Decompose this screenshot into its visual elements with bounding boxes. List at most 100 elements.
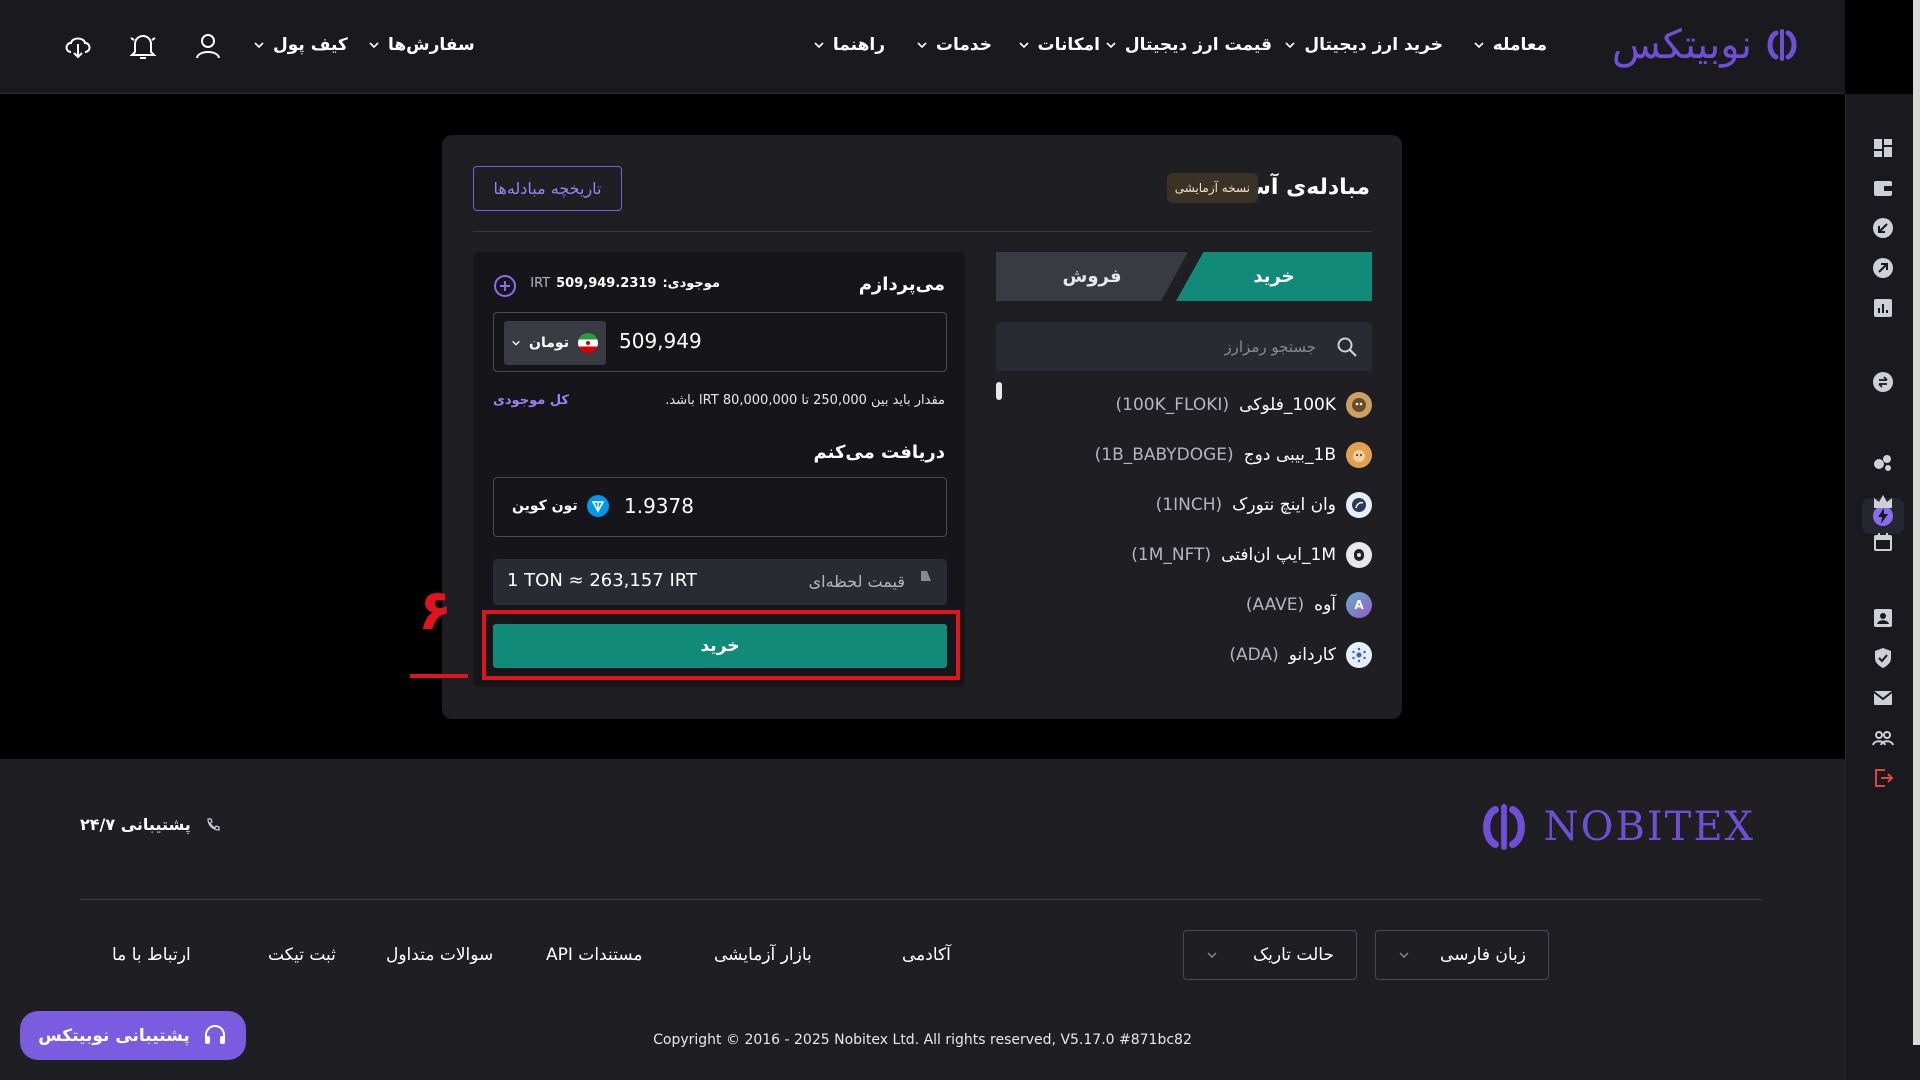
balance-unit: IRT <box>530 276 551 291</box>
footer-link-api-docs[interactable]: مستندات API <box>546 945 643 965</box>
profile-card-icon[interactable] <box>1871 606 1895 630</box>
referral-users-icon[interactable] <box>1871 726 1895 750</box>
live-rate-bar: قیمت لحظه‌ای 1 TON ≈ 263,157 IRT <box>493 559 947 605</box>
nav-crypto-prices[interactable]: قیمت ارز دیجیتال <box>1105 30 1272 60</box>
logout-icon[interactable] <box>1871 766 1895 790</box>
chevron-down-icon <box>1285 42 1295 49</box>
highlight-box <box>482 610 960 680</box>
ape-nft-icon <box>1346 542 1372 568</box>
footer-link-ticket[interactable]: ثبت تیکت <box>268 945 336 965</box>
chevron-down-icon <box>254 42 264 49</box>
nav-guide[interactable]: راهنما <box>813 30 885 60</box>
crown-icon[interactable] <box>1871 490 1895 514</box>
coin-name: 1B_بیبی دوج <box>1243 445 1336 465</box>
deposit-icon[interactable] <box>1871 216 1895 240</box>
staking-icon[interactable] <box>1871 450 1895 474</box>
right-sidebar <box>1845 94 1920 1080</box>
card-divider <box>473 231 1371 232</box>
nav-services[interactable]: خدمات <box>916 30 992 60</box>
floki-icon <box>1346 392 1372 418</box>
nav-buy-crypto[interactable]: خرید ارز دیجیتال <box>1284 30 1443 60</box>
iran-flag-icon <box>577 333 598 353</box>
coin-name: 100K_فلوکی <box>1239 395 1336 415</box>
footer-brand[interactable]: NOBITEX <box>1478 801 1755 853</box>
nav-features[interactable]: امکانات <box>1018 30 1100 60</box>
receive-label: دریافت می‌کنم <box>813 442 945 463</box>
coin-search-box[interactable] <box>996 322 1372 371</box>
pay-amount-input[interactable]: 509,949 <box>619 329 702 353</box>
coin-symbol: (1B_BABYDOGE) <box>1094 445 1234 465</box>
add-funds-icon[interactable] <box>493 274 517 298</box>
list-item[interactable]: وان اینچ نتورک (1INCH) <box>1156 490 1372 520</box>
step-number: ۶ <box>418 578 453 643</box>
footer-link-contact[interactable]: ارتباط با ما <box>112 945 191 965</box>
list-item[interactable]: 1M_ایپ ان‌افتی (1M_NFT) <box>1131 540 1372 570</box>
chevron-down-icon <box>1018 42 1029 49</box>
reports-icon[interactable] <box>1871 296 1895 320</box>
pay-label: می‌پردازم <box>858 274 945 295</box>
mail-icon[interactable] <box>1871 686 1895 710</box>
nav-trade[interactable]: معامله <box>1473 30 1547 60</box>
receive-currency-name: تون کوین <box>512 498 578 514</box>
receive-currency: تون کوین <box>512 494 610 518</box>
copyright-text: Copyright © 2016 - 2025 Nobitex Ltd. All… <box>653 1032 1192 1048</box>
step-underline <box>410 674 468 678</box>
security-shield-icon[interactable] <box>1871 646 1895 670</box>
coin-list-scrollbar[interactable] <box>996 382 1002 400</box>
list-item[interactable]: 1B_بیبی دوج (1B_BABYDOGE) <box>1095 440 1372 470</box>
convert-icon[interactable] <box>1871 370 1895 394</box>
list-item[interactable]: کاردانو (ADA) <box>1229 640 1372 670</box>
download-app-icon[interactable] <box>62 30 94 62</box>
nav-orders[interactable]: سفارش‌ها <box>368 30 475 60</box>
live-rate-label: قیمت لحظه‌ای <box>808 572 905 591</box>
chevron-down-icon <box>1399 952 1409 958</box>
coin-name: 1M_ایپ ان‌افتی <box>1221 545 1336 565</box>
top-header: نوبیتکس معامله خرید ارز دیجیتال قیمت ارز… <box>0 0 1845 94</box>
nobitex-logo-icon <box>1482 803 1525 851</box>
coin-symbol: (ADA) <box>1229 645 1279 665</box>
support-hours: پشتیبانی ۲۴/۷ <box>80 815 221 834</box>
support-chat-label: پشتیبانی نوبیتکس <box>38 1025 190 1046</box>
chevron-down-icon <box>1207 952 1217 958</box>
page-scrollbar[interactable] <box>1913 0 1920 1045</box>
coin-name: وان اینچ نتورک <box>1232 495 1336 515</box>
pay-currency-select[interactable]: تومان <box>504 321 606 365</box>
brand-name: نوبیتکس <box>1611 22 1752 68</box>
footer-link-faq[interactable]: سوالات متداول <box>386 945 493 965</box>
wallet-icon[interactable] <box>1871 176 1895 200</box>
coin-search-input[interactable] <box>1006 322 1316 371</box>
exchange-history-button[interactable]: تاریخچه مبادله‌ها <box>473 166 622 211</box>
footer-link-academy[interactable]: آکادمی <box>902 945 951 965</box>
tab-sell[interactable]: فروش <box>996 252 1188 301</box>
support-chat-button[interactable]: پشتیبانی نوبیتکس <box>20 1011 246 1060</box>
chevron-down-icon <box>1474 42 1484 49</box>
chevron-down-icon <box>917 42 927 49</box>
language-select[interactable]: زبان فارسی <box>1375 930 1549 980</box>
headset-icon <box>204 1024 225 1044</box>
coin-symbol: (100K_FLOKI) <box>1115 395 1230 415</box>
receive-amount-input[interactable]: 1.9378 <box>624 494 694 518</box>
receive-amount-field[interactable]: 1.9378 تون کوین <box>493 477 947 537</box>
brand-logo[interactable]: نوبیتکس <box>1612 22 1800 68</box>
dashboard-icon[interactable] <box>1871 136 1895 160</box>
footer-brand-name: NOBITEX <box>1543 804 1755 850</box>
calendar-icon[interactable] <box>1871 530 1895 554</box>
nav-wallet[interactable]: کیف پول <box>253 30 348 60</box>
theme-value: حالت تاریک <box>1252 945 1334 965</box>
coin-symbol: (AAVE) <box>1245 595 1305 615</box>
list-item[interactable]: 100K_فلوکی (100K_FLOKI) <box>1115 390 1372 420</box>
theme-select[interactable]: حالت تاریک <box>1183 930 1357 980</box>
chevron-down-icon <box>512 340 520 346</box>
babydoge-icon <box>1346 442 1372 468</box>
coin-symbol: (1M_NFT) <box>1131 545 1212 565</box>
language-value: زبان فارسی <box>1440 945 1526 965</box>
live-rate-value: 1 TON ≈ 263,157 IRT <box>507 570 697 591</box>
tab-buy[interactable]: خرید <box>1176 252 1372 301</box>
withdraw-icon[interactable] <box>1871 256 1895 280</box>
list-item[interactable]: A آوه (AAVE) <box>1246 590 1372 620</box>
footer-link-testnet[interactable]: بازار آزمایشی <box>714 945 812 965</box>
use-all-balance-link[interactable]: کل موجودی <box>493 393 569 408</box>
user-icon[interactable] <box>192 30 224 62</box>
pay-amount-field[interactable]: 509,949 تومان <box>493 312 947 372</box>
bell-icon[interactable] <box>127 30 159 62</box>
